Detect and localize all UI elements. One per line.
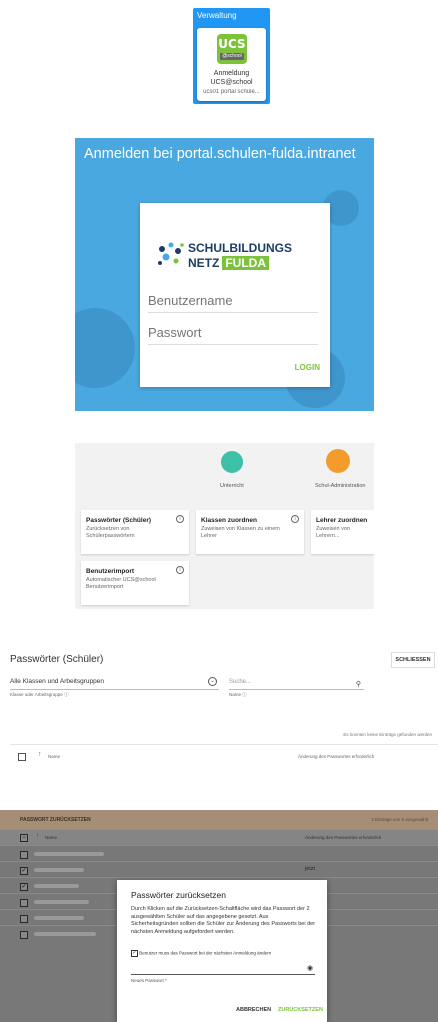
row-name-redacted: [34, 884, 79, 888]
calendar-icon[interactable]: [326, 449, 350, 473]
logo-text: UCS: [218, 37, 246, 51]
search-icon[interactable]: ⚲: [356, 678, 361, 692]
ucs-logo-icon: UCS @school: [217, 34, 247, 64]
reset-toolbar: PASSWORT ZURÜCKSETZEN 2 Einträge von 5 a…: [0, 810, 438, 830]
dashboard: Unterricht Schul-Administration Passwört…: [75, 443, 374, 609]
tile-title: Lehrer zuordnen: [316, 517, 368, 524]
brand-name-line1: SCHULBILDUNGS: [188, 241, 292, 255]
table-header: ↑ Name Änderung des Passwortes erforderl…: [10, 744, 438, 769]
password-input[interactable]: [148, 320, 318, 345]
page-title: Passwörter (Schüler): [10, 654, 104, 665]
cancel-button[interactable]: ABBRECHEN: [236, 1007, 271, 1013]
tile-name-line1: Anmeldung: [213, 70, 250, 77]
close-button[interactable]: SCHLIESSEN: [391, 652, 435, 668]
table-row[interactable]: [0, 845, 438, 862]
reset-page: PASSWORT ZURÜCKSETZEN 2 Einträge von 5 a…: [0, 810, 438, 1022]
tile-benutzerimport[interactable]: Benutzerimport Automatischer UCS@school …: [81, 561, 189, 605]
info-icon[interactable]: i: [176, 566, 184, 574]
chevron-down-icon: ⌄: [208, 677, 217, 686]
selection-count: 2 Einträge von 5 ausgewählt: [371, 817, 428, 822]
class-select[interactable]: Alle Klassen und Arbeitsgruppen ⌄: [10, 675, 219, 690]
row-checkbox[interactable]: ✓: [20, 867, 28, 875]
column-name[interactable]: Name: [48, 754, 60, 759]
search-placeholder: Suche...: [229, 679, 252, 685]
row-checkbox[interactable]: [20, 915, 28, 923]
eye-icon[interactable]: ◉: [307, 964, 313, 972]
brand-name-line2: NETZ FULDA: [188, 256, 270, 270]
gear-decoration-icon: [75, 308, 135, 388]
reset-toolbar-title: PASSWORT ZURÜCKSETZEN: [20, 817, 91, 823]
tile-passwoerter[interactable]: Passwörter (Schüler) Zurücksetzen von Sc…: [81, 510, 189, 554]
portal-tile-group: Verwaltung UCS @school Anmeldung UCS@sch…: [193, 8, 270, 104]
row-checkbox[interactable]: ✓: [20, 883, 28, 891]
passwords-page: Passwörter (Schüler) SCHLIESSEN Alle Kla…: [0, 640, 438, 780]
tile-name-line2: UCS@school: [210, 79, 253, 86]
username-input[interactable]: [148, 288, 318, 313]
network-logo-icon: [158, 242, 184, 265]
row-checkbox[interactable]: [20, 851, 28, 859]
tile-host: ucs01 portal schule...: [203, 89, 260, 95]
row-name-redacted: [34, 900, 89, 904]
select-all-checkbox[interactable]: [18, 753, 26, 761]
dialog-description: Durch Klicken auf die Zurücksetzen-Schal…: [131, 906, 316, 935]
category-label: Verwaltung: [197, 11, 237, 20]
select-all-checkbox[interactable]: −: [20, 834, 28, 842]
category-schul-admin[interactable]: Schul-Administration: [315, 483, 365, 489]
column-password-change[interactable]: Änderung des Passwortes erforderlich: [298, 754, 374, 759]
category-unterricht[interactable]: Unterricht: [220, 483, 244, 489]
table-header: − ↑ Name Änderung des Passwortes erforde…: [0, 830, 438, 845]
logo-sub: @school: [220, 53, 244, 60]
tile-desc: Automatischer UCS@school Benutzerimport: [86, 577, 156, 590]
login-heading: Anmelden bei portal.schulen-fulda.intran…: [84, 146, 356, 162]
search-input[interactable]: Suche... ⚲: [229, 675, 364, 690]
tile-title: Passwörter (Schüler): [86, 517, 152, 524]
column-password-change[interactable]: Änderung des Passwortes erforderlich: [305, 835, 381, 840]
info-icon[interactable]: i: [176, 515, 184, 523]
tile-desc: Zuweisen von Klassen zu einem Lehrer: [201, 526, 280, 539]
row-name-redacted: [34, 932, 96, 936]
class-select-label: Klasse oder Arbeitsgruppe ⓘ: [10, 692, 69, 697]
brand-netz: NETZ: [188, 256, 220, 270]
login-button[interactable]: LOGIN: [295, 363, 320, 372]
row-checkbox[interactable]: [20, 899, 28, 907]
info-icon[interactable]: i: [291, 515, 299, 523]
empty-message: Es konnten keine Einträge gefunden werde…: [343, 732, 432, 737]
sort-arrow-icon[interactable]: ↑: [36, 833, 39, 839]
dialog-title: Passwörter zurücksetzen: [131, 890, 226, 900]
checkbox-checked-icon[interactable]: ✓: [131, 950, 138, 957]
column-name[interactable]: Name: [45, 835, 57, 840]
row-name-redacted: [34, 868, 84, 872]
confirm-reset-button[interactable]: ZURÜCKSETZEN: [278, 1007, 323, 1013]
tile-klassen[interactable]: Klassen zuordnen Zuweisen von Klassen zu…: [196, 510, 304, 554]
brand-badge: FULDA: [222, 256, 270, 270]
new-password-input[interactable]: [131, 960, 315, 975]
new-password-label: Neues Passwort *: [131, 978, 167, 983]
login-screen: Anmelden bei portal.schulen-fulda.intran…: [75, 138, 374, 411]
search-label: Name ⓘ: [229, 692, 247, 697]
class-select-value: Alle Klassen und Arbeitsgruppen: [10, 678, 104, 685]
app-tile-ucs-school[interactable]: UCS @school Anmeldung UCS@school ucs01 p…: [197, 28, 266, 101]
force-change-checkbox[interactable]: ✓ Benutzer muss das Passwort bei der näc…: [131, 950, 271, 957]
tile-lehrer[interactable]: Lehrer zuordnen Zuweisen von Lehrern...: [311, 510, 374, 554]
tile-title: Benutzerimport: [86, 568, 135, 575]
row-name-redacted: [34, 916, 84, 920]
tile-title: Klassen zuordnen: [201, 517, 257, 524]
reset-dialog: Passwörter zurücksetzen Durch Klicken au…: [117, 880, 327, 1022]
sort-arrow-icon[interactable]: ↑: [38, 751, 42, 758]
book-icon[interactable]: [221, 451, 243, 473]
force-change-label: Benutzer muss das Passwort bei der nächs…: [139, 950, 272, 956]
row-checkbox[interactable]: [20, 931, 28, 939]
login-card: SCHULBILDUNGS NETZFULDA LOGIN: [140, 203, 330, 387]
tile-desc: Zurücksetzen von Schülerpasswörtern: [86, 526, 135, 539]
row-password-change: jetzt: [305, 866, 316, 872]
tile-desc: Zuweisen von Lehrern...: [316, 526, 350, 539]
row-name-redacted: [34, 852, 104, 856]
table-row[interactable]: ✓ jetzt: [0, 861, 438, 878]
